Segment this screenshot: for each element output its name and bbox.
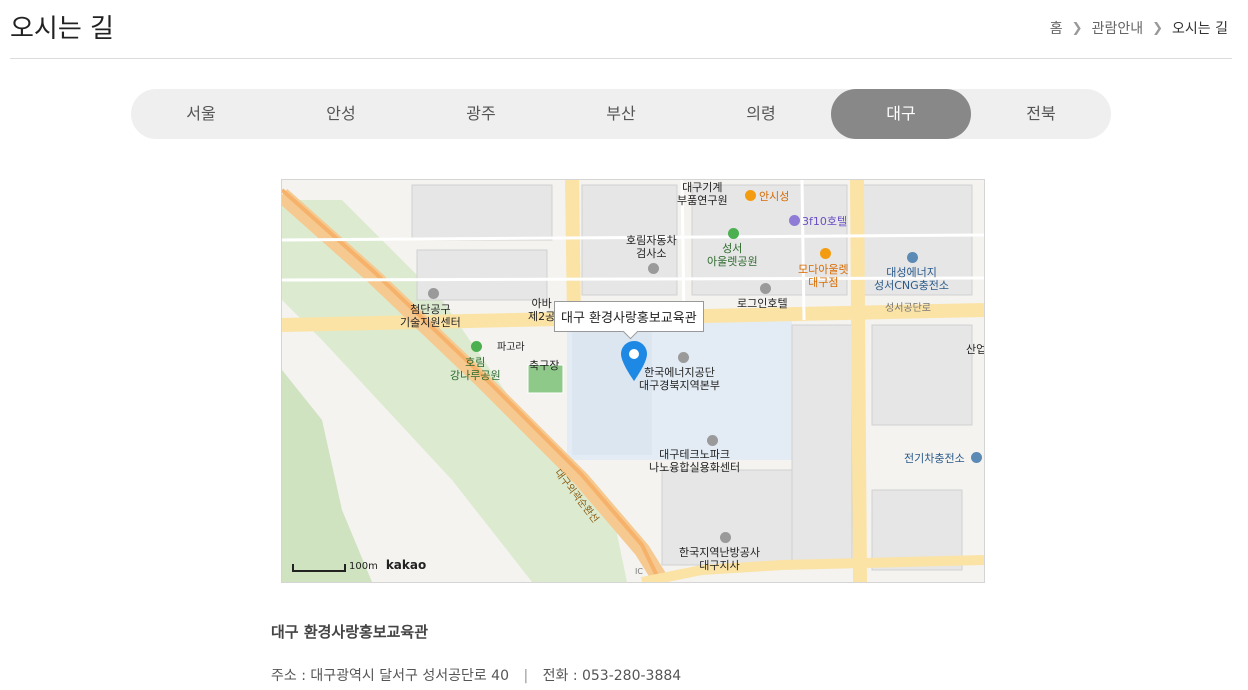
map-label: 3f10호텔: [802, 215, 848, 228]
map-label: 안시성: [759, 190, 790, 203]
address-text: 주소 : 대구광역시 달서구 성서공단로 40: [271, 668, 509, 684]
map-label: 대구테크노파크 나노융합실용화센터: [649, 448, 741, 474]
tab-uiryeong[interactable]: 의령: [691, 89, 831, 139]
hotel-icon[interactable]: [789, 215, 800, 226]
map-scale: 100m kakao: [292, 558, 426, 572]
region-tabs: 서울 안성 광주 부산 의령 대구 전북: [131, 89, 1111, 139]
ev-charger-icon[interactable]: [971, 452, 982, 463]
map-label: 파고라: [497, 342, 525, 353]
tab-seoul[interactable]: 서울: [131, 89, 271, 139]
map-label: 한국지역난방공사 대구지사: [679, 546, 760, 572]
tab-gwangju[interactable]: 광주: [411, 89, 551, 139]
map-label: 첨단공구 기술지원센터: [400, 303, 461, 329]
page-header: 오시는 길 홈 ❯ 관람안내 ❯ 오시는 길: [10, 0, 1232, 59]
building-icon[interactable]: [678, 352, 689, 363]
location-name: 대구 환경사랑홍보교육관: [271, 623, 429, 641]
tab-daegu[interactable]: 대구: [831, 89, 971, 139]
map-label: 전기차충전소: [904, 452, 965, 465]
map-label: 모다아울렛 대구점: [798, 263, 849, 289]
road-label: 성서공단로: [885, 303, 931, 314]
map-label: 대성에너지 성서CNG충전소: [874, 266, 950, 292]
park-icon[interactable]: [471, 341, 482, 352]
phone-text: 전화 : 053-280-3884: [542, 668, 682, 684]
breadcrumb: 홈 ❯ 관람안내 ❯ 오시는 길: [1050, 18, 1228, 38]
tab-busan[interactable]: 부산: [551, 89, 691, 139]
tab-anseong[interactable]: 안성: [271, 89, 411, 139]
chevron-right-icon: ❯: [1152, 20, 1164, 36]
building-icon[interactable]: [428, 288, 439, 299]
map-label: 로그인호텔: [737, 297, 788, 310]
shopping-icon[interactable]: [820, 248, 831, 259]
kakao-logo: kakao: [385, 558, 427, 572]
breadcrumb-home[interactable]: 홈: [1050, 18, 1063, 38]
building-icon[interactable]: [720, 532, 731, 543]
divider: |: [523, 668, 529, 684]
map-label: 대구기계 부품연구원: [677, 181, 728, 207]
map-label: 아바 제2공: [528, 297, 556, 323]
page-title: 오시는 길: [10, 14, 114, 44]
map-label: 산업: [966, 343, 985, 356]
gas-station-icon[interactable]: [907, 252, 918, 263]
location-map[interactable]: 대구기계 부품연구원 안시성 3f10호텔 호림자동차 검사소 성서 아울렛공원 모다…: [281, 179, 985, 583]
building-icon[interactable]: [707, 435, 718, 446]
restaurant-icon[interactable]: [745, 190, 756, 201]
tab-jeonbuk[interactable]: 전북: [971, 89, 1111, 139]
building-icon[interactable]: [648, 263, 659, 274]
park-icon[interactable]: [728, 228, 739, 239]
map-label: 성서 아울렛공원: [707, 242, 758, 268]
map-label: 호림 강나루공원: [450, 356, 501, 382]
breadcrumb-current: 오시는 길: [1172, 21, 1228, 37]
map-label: 호림자동차 검사소: [626, 234, 677, 260]
breadcrumb-visit-info[interactable]: 관람안내: [1092, 18, 1144, 38]
ic-label: IC: [635, 567, 643, 576]
map-infobox[interactable]: 대구 환경사랑홍보교육관: [554, 301, 704, 332]
map-label: 한국에너지공단 대구경북지역본부: [639, 366, 720, 392]
location-contact: 주소 : 대구광역시 달서구 성서공단로 40 | 전화 : 053-280-3…: [271, 665, 681, 685]
chevron-right-icon: ❯: [1071, 20, 1083, 36]
scale-label: 100m: [349, 561, 378, 572]
map-label: 축구장: [529, 359, 560, 372]
hotel-icon[interactable]: [760, 283, 771, 294]
